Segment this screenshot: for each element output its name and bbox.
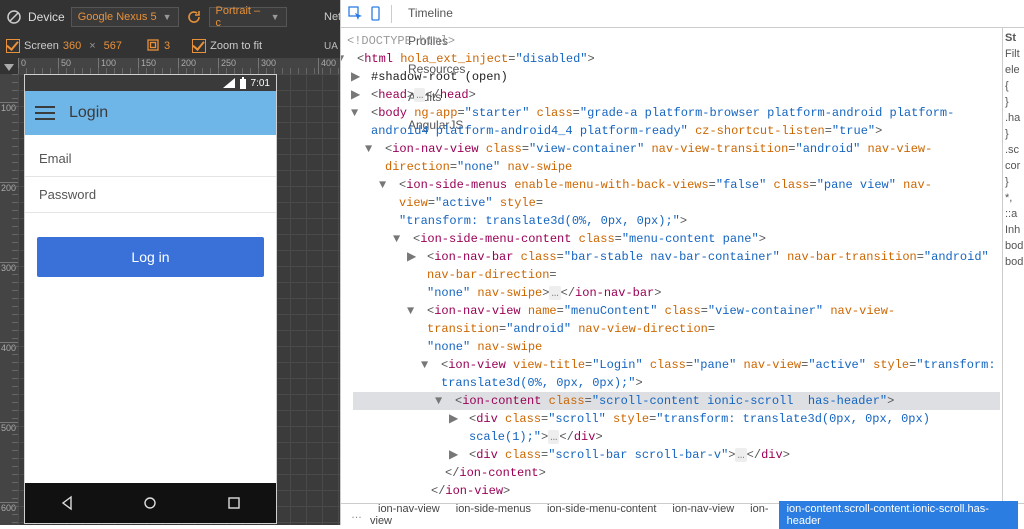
dpr-icon[interactable] (146, 38, 160, 55)
ruler-tick: 50 (58, 58, 71, 74)
ua-label-stub: UA (322, 34, 340, 58)
elements-tree[interactable]: <!DOCTYPE html>▼<html hola_ext_inject="d… (341, 28, 1002, 503)
ruler-tick: 500 (0, 422, 18, 433)
dom-line[interactable]: </ion-content> (353, 464, 1000, 482)
dpr-value[interactable]: 3 (164, 40, 170, 52)
status-bar: 7:01 (25, 75, 276, 91)
styles-line: bod (1005, 256, 1022, 268)
orientation-select-value: Portrait – c (216, 5, 265, 29)
ruler-tick: 600 (0, 502, 18, 513)
back-icon[interactable] (57, 493, 77, 513)
dom-line[interactable]: ▼<ion-side-menu-content class="menu-cont… (353, 230, 1000, 248)
devtools-body: <!DOCTYPE html>▼<html hola_ext_inject="d… (341, 28, 1024, 503)
times-icon: × (89, 40, 95, 52)
screen-label: Screen (24, 40, 59, 52)
dom-line[interactable]: ▼<html hola_ext_inject="disabled"> (353, 50, 1000, 68)
home-icon[interactable] (140, 493, 160, 513)
breadcrumb-item-active[interactable]: ion-content.scroll-content.ionic-scroll.… (779, 501, 1018, 529)
styles-line: ele (1005, 64, 1022, 76)
screen-height[interactable]: 567 (104, 40, 122, 52)
zoom-checkbox[interactable] (192, 39, 206, 53)
dom-line[interactable]: ▶<div class="scroll-bar scroll-bar-v">…<… (353, 446, 1000, 464)
no-entry-icon[interactable] (6, 9, 22, 25)
zoom-label: Zoom to fit (210, 40, 262, 52)
styles-line: ::a (1005, 208, 1022, 220)
ruler-vertical: 100 200 300 400 500 600 (0, 74, 18, 525)
breadcrumb-ellipsis[interactable]: … (347, 509, 366, 521)
triangle-icon[interactable] (4, 64, 14, 71)
dom-line[interactable]: ▼<ion-nav-view name="menuContent" class=… (353, 302, 1000, 356)
styles-line: bod (1005, 240, 1022, 252)
screen-checkbox[interactable] (6, 39, 20, 53)
dom-line[interactable]: ▼<ion-side-menus enable-menu-with-back-v… (353, 176, 1000, 230)
recent-icon[interactable] (224, 493, 244, 513)
ruler-tick: 100 (0, 102, 18, 113)
dom-line[interactable]: ▼<ion-nav-view class="view-container" na… (353, 140, 1000, 176)
device-toolbar: Device Google Nexus 5 ▼ Portrait – c ▼ (0, 0, 340, 34)
styles-header: St (1005, 32, 1022, 44)
styles-line: Filt (1005, 48, 1022, 60)
devtools-tab-timeline[interactable]: Timeline (400, 0, 473, 27)
styles-line: *, (1005, 192, 1022, 204)
dom-line[interactable]: ▶<ion-nav-bar class="bar-stable nav-bar-… (353, 248, 1000, 302)
dom-line[interactable]: </ion-view> (353, 482, 1000, 500)
styles-line: } (1005, 176, 1022, 188)
refresh-icon[interactable] (185, 9, 203, 25)
dom-line[interactable]: ▶#shadow-root (open) (353, 68, 1000, 86)
styles-line: .sc (1005, 144, 1022, 156)
ruler-tick: 0 (18, 58, 26, 74)
signal-icon (223, 78, 235, 88)
caret-down-icon: ▼ (163, 12, 172, 22)
ruler-tick: 300 (0, 262, 18, 273)
battery-icon (239, 77, 247, 89)
dom-line[interactable]: </ion-nav-view> (353, 500, 1000, 503)
orientation-select[interactable]: Portrait – c ▼ (209, 7, 287, 27)
styles-line: .ha (1005, 112, 1022, 124)
password-label: Password (39, 187, 96, 202)
ruler-horizontal: 050100150200250300400 (18, 58, 340, 74)
clock-text: 7:01 (251, 78, 270, 89)
page-title: Login (69, 104, 108, 122)
device-mode-icon[interactable] (367, 6, 383, 22)
styles-line: cor (1005, 160, 1022, 172)
device-select[interactable]: Google Nexus 5 ▼ (71, 7, 179, 27)
email-field[interactable]: Email (25, 141, 276, 177)
network-tab-stub[interactable]: Net (322, 0, 340, 34)
styles-line: Inh (1005, 224, 1022, 236)
device-select-value: Google Nexus 5 (78, 11, 157, 23)
inspect-icon[interactable] (347, 6, 363, 22)
dom-line[interactable]: ▶<head>…</head> (353, 86, 1000, 104)
screen-toolbar: Screen 360 × 567 3 Zoom to fit (0, 34, 340, 58)
separator (391, 5, 392, 23)
ruler-tick: 400 (318, 58, 336, 74)
hamburger-icon[interactable] (35, 106, 55, 120)
dom-line[interactable]: ▼<body ng-app="starter" class="grade-a p… (353, 104, 1000, 140)
dom-line[interactable]: ▼<ion-view view-title="Login" class="pan… (353, 356, 1000, 392)
app-header: Login (25, 91, 276, 135)
login-form: Email Password Log in (25, 135, 276, 483)
dom-line[interactable]: ▶<div class="scroll" style="transform: t… (353, 410, 1000, 446)
styles-line: } (1005, 128, 1022, 140)
devtools-tabs: ElementsConsoleSourcesNetworkTimelinePro… (341, 0, 1024, 28)
dom-line[interactable]: <!DOCTYPE html> (353, 32, 1000, 50)
ruler-tick: 200 (0, 182, 18, 193)
dom-line[interactable]: ▼<ion-content class="scroll-content ioni… (353, 392, 1000, 410)
styles-line: { (1005, 80, 1022, 92)
password-field[interactable]: Password (25, 177, 276, 213)
devtools-panel: ElementsConsoleSourcesNetworkTimelinePro… (340, 0, 1024, 525)
styles-line: } (1005, 96, 1022, 108)
screen-width[interactable]: 360 (63, 40, 81, 52)
device-label: Device (28, 10, 65, 24)
email-label: Email (39, 151, 72, 166)
login-button[interactable]: Log in (37, 237, 264, 277)
breadcrumb: … ion-nav-viewion-side-menusion-side-men… (341, 503, 1024, 525)
android-navbar (25, 483, 276, 523)
styles-panel[interactable]: StFiltele{}.ha}.sccor}*,::aInhbodbod (1002, 28, 1024, 503)
device-frame: 7:01 Login Email Password Log in (24, 74, 277, 524)
ruler-tick: 400 (0, 342, 18, 353)
caret-down-icon: ▼ (271, 12, 280, 22)
